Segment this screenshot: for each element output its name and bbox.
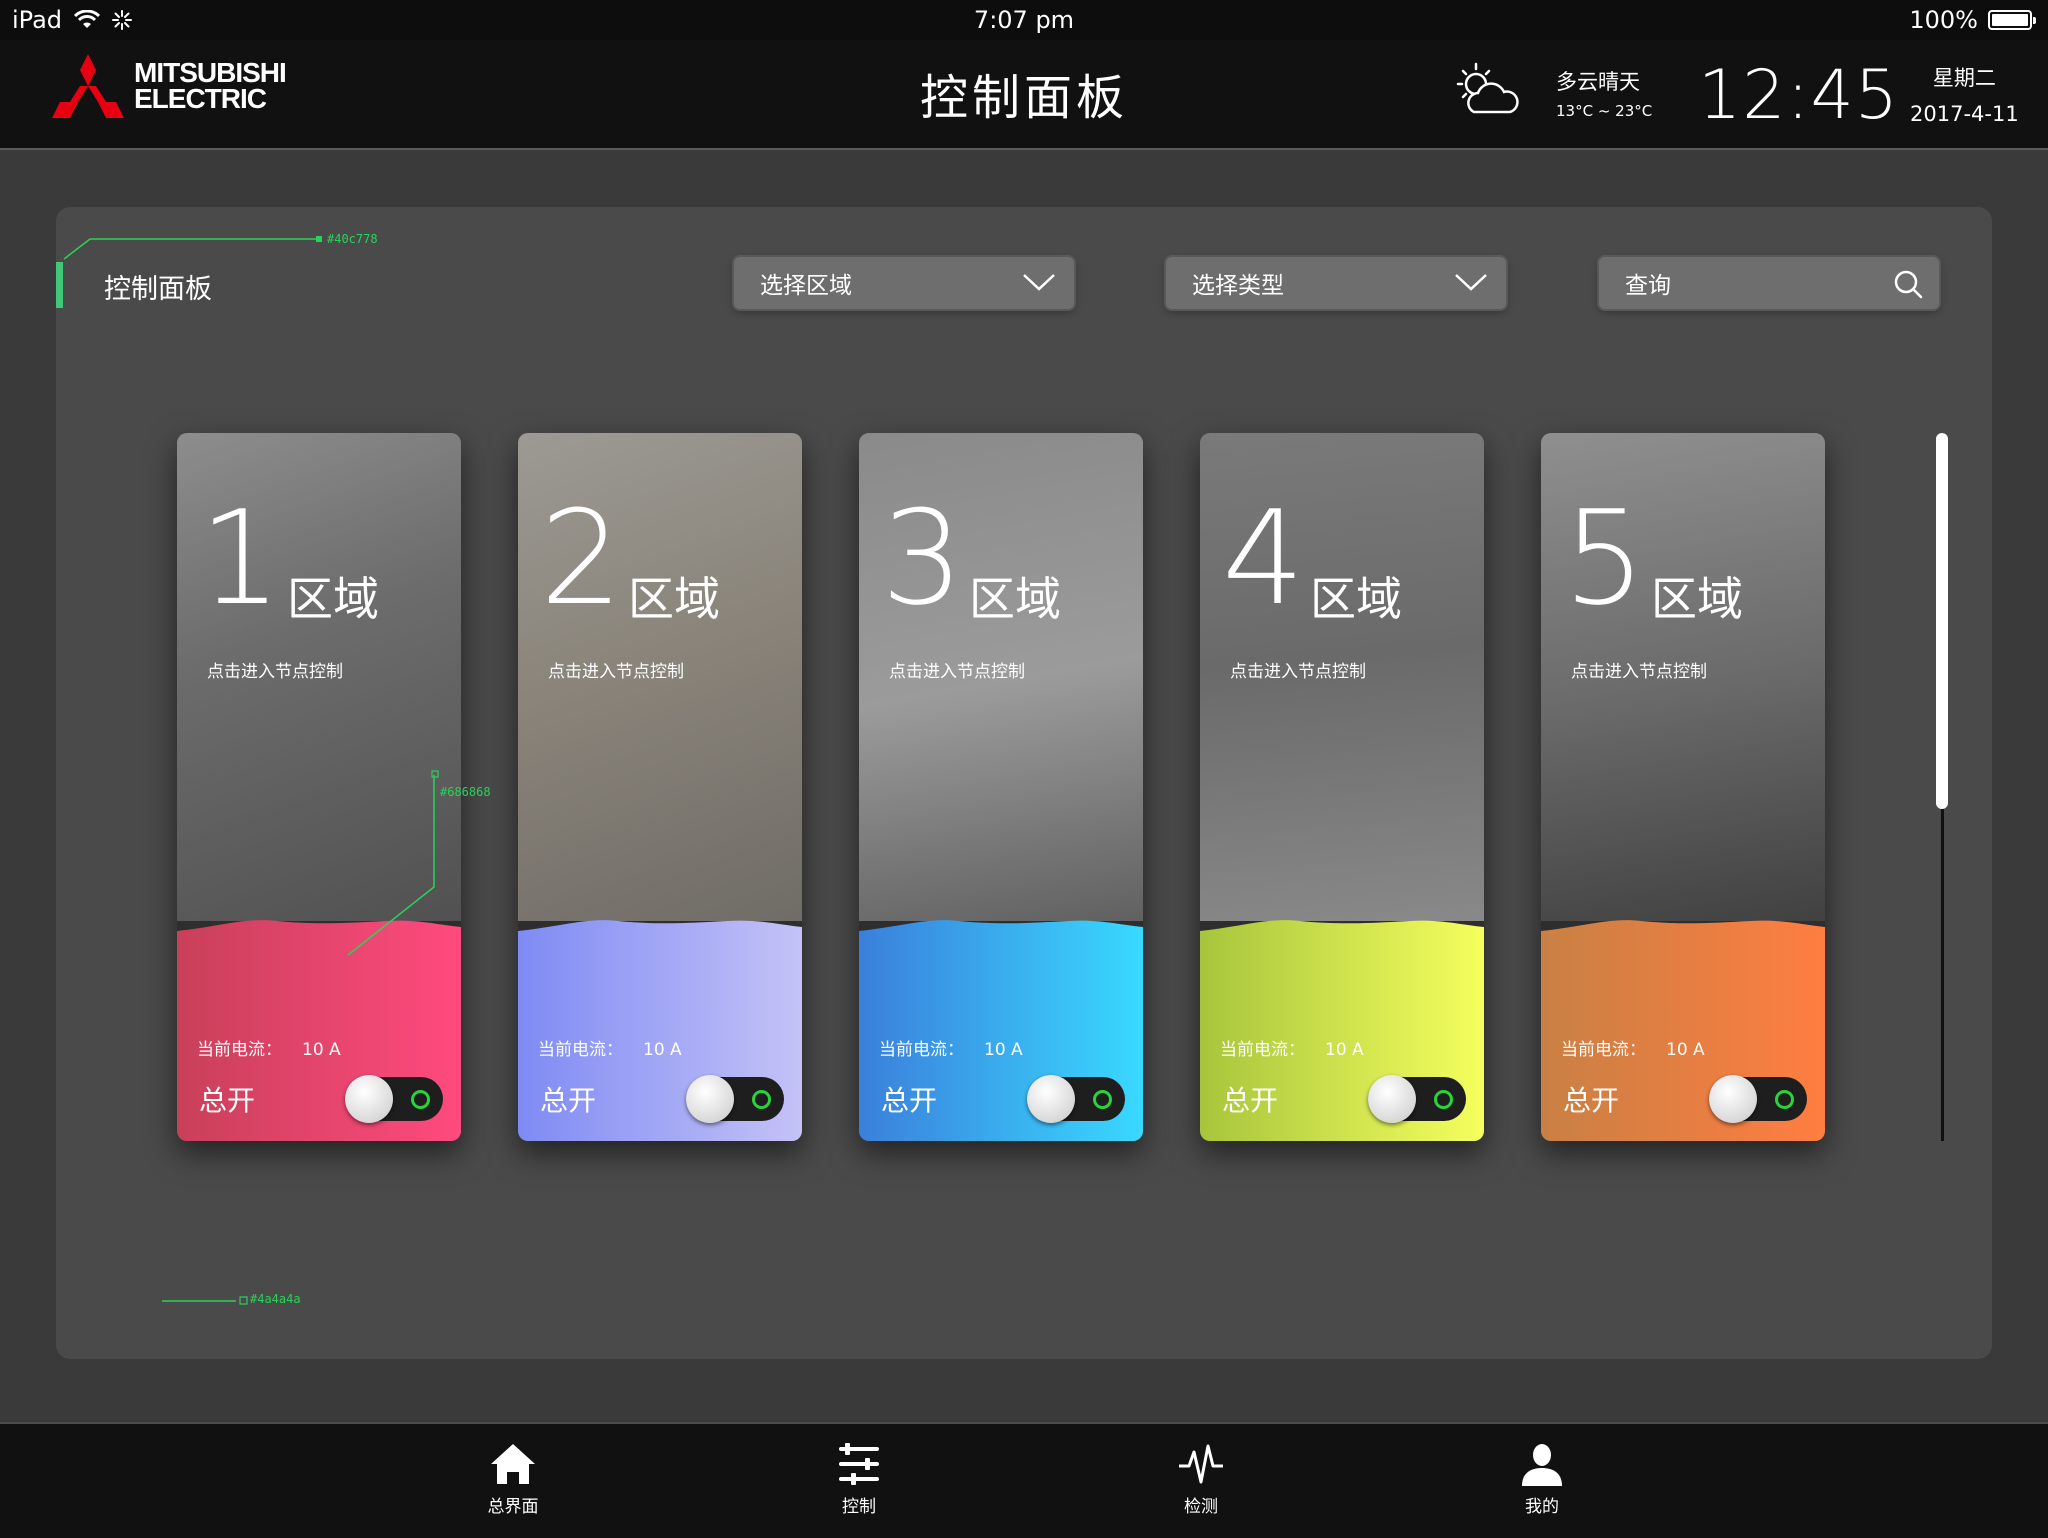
zone-hint: 点击进入节点控制 — [207, 662, 343, 682]
sliders-icon — [839, 1443, 879, 1485]
zone-number: 4 — [1222, 482, 1305, 634]
current-label: 当前电流： — [1561, 1040, 1646, 1060]
control-panel: #40c778 控制面板 选择区域 选择类型 查询 1 区域 点击进入节点控制 … — [56, 207, 1992, 1359]
annotation-leader-line — [162, 1296, 248, 1305]
tab-profile[interactable]: 我的 — [1482, 1424, 1602, 1538]
title-accent-bar — [56, 262, 63, 308]
master-toggle[interactable] — [1027, 1075, 1125, 1123]
current-value: 10 A — [984, 1040, 1023, 1060]
toggle-knob — [1027, 1075, 1075, 1123]
zone-card-2[interactable]: 2 区域 点击进入节点控制 当前电流： 10 A 总开 — [518, 433, 802, 1141]
tab-monitor[interactable]: 检测 — [1141, 1424, 1261, 1538]
current-reading: 当前电流： 10 A — [1220, 1035, 1364, 1060]
annotation-leader-line — [63, 236, 322, 260]
region-select-label: 选择区域 — [760, 273, 852, 299]
zone-hint: 点击进入节点控制 — [548, 662, 684, 682]
weather-info: 多云晴天 13°C ~ 23°C — [1556, 66, 1652, 120]
status-bar: iPad 7:07 pm 100% — [0, 0, 2048, 40]
chevron-down-icon — [1455, 274, 1487, 291]
zone-hint: 点击进入节点控制 — [1571, 662, 1707, 682]
search-field[interactable]: 查询 — [1599, 257, 1939, 309]
current-label: 当前电流： — [197, 1040, 282, 1060]
clock: 12:45 — [1698, 56, 1899, 135]
zone-number: 3 — [881, 482, 964, 634]
zone-number: 1 — [199, 482, 282, 634]
current-value: 10 A — [302, 1040, 341, 1060]
current-value: 10 A — [1666, 1040, 1705, 1060]
power-on-indicator-icon — [1775, 1090, 1794, 1109]
app-header: MITSUBISHI ELECTRIC 控制面板 多云晴天 13°C ~ 23°… — [0, 40, 2048, 150]
tab-home-label: 总界面 — [487, 1497, 539, 1517]
master-switch-label: 总开 — [1222, 1084, 1279, 1117]
master-toggle[interactable] — [1709, 1075, 1807, 1123]
weekday: 星期二 — [1932, 66, 1996, 90]
search-label: 查询 — [1625, 273, 1671, 299]
power-on-indicator-icon — [752, 1090, 771, 1109]
power-on-indicator-icon — [1434, 1090, 1453, 1109]
zone-card-5[interactable]: 5 区域 点击进入节点控制 当前电流： 10 A 总开 — [1541, 433, 1825, 1141]
tab-control[interactable]: 控制 — [799, 1424, 919, 1538]
current-value: 10 A — [1325, 1040, 1364, 1060]
annotation-leader-line — [347, 770, 439, 956]
master-switch-label: 总开 — [1563, 1084, 1620, 1117]
type-select[interactable]: 选择类型 — [1166, 257, 1506, 309]
power-on-indicator-icon — [1093, 1090, 1112, 1109]
zone-label: 区域 — [1310, 572, 1402, 626]
toggle-knob — [1368, 1075, 1416, 1123]
zone-number: 5 — [1563, 482, 1646, 634]
zone-card-3[interactable]: 3 区域 点击进入节点控制 当前电流： 10 A 总开 — [859, 433, 1143, 1141]
current-label: 当前电流： — [538, 1040, 623, 1060]
date-block: 星期二 2017-4-11 — [1910, 62, 2019, 126]
zone-label: 区域 — [287, 572, 379, 626]
master-switch-label: 总开 — [199, 1084, 256, 1117]
zone-number: 2 — [540, 482, 623, 634]
zone-hint: 点击进入节点控制 — [889, 662, 1025, 682]
power-on-indicator-icon — [411, 1090, 430, 1109]
chevron-down-icon — [1023, 274, 1055, 291]
type-select-label: 选择类型 — [1192, 273, 1284, 299]
annotation-card-shade: #686868 — [440, 785, 491, 799]
weather-temp: 13°C ~ 23°C — [1556, 102, 1653, 120]
current-value: 10 A — [643, 1040, 682, 1060]
zone-label: 区域 — [628, 572, 720, 626]
battery-icon — [1988, 10, 2036, 30]
zone-label: 区域 — [1651, 572, 1743, 626]
user-icon — [1522, 1444, 1562, 1486]
master-toggle[interactable] — [686, 1075, 784, 1123]
scrollbar-thumb[interactable] — [1936, 433, 1948, 809]
annotation-accent-color: #40c778 — [327, 232, 378, 246]
weather-desc: 多云晴天 — [1556, 70, 1640, 94]
tab-profile-label: 我的 — [1525, 1497, 1559, 1517]
zone-card-4[interactable]: 4 区域 点击进入节点控制 当前电流： 10 A 总开 — [1200, 433, 1484, 1141]
current-label: 当前电流： — [1220, 1040, 1305, 1060]
current-reading: 当前电流： 10 A — [1561, 1035, 1705, 1060]
master-toggle[interactable] — [1368, 1075, 1466, 1123]
current-reading: 当前电流： 10 A — [197, 1035, 341, 1060]
toggle-knob — [686, 1075, 734, 1123]
toggle-knob — [345, 1075, 393, 1123]
pulse-icon — [1179, 1444, 1223, 1484]
zone-label: 区域 — [969, 572, 1061, 626]
home-icon — [491, 1444, 535, 1484]
region-select[interactable]: 选择区域 — [734, 257, 1074, 309]
master-switch-label: 总开 — [881, 1084, 938, 1117]
tab-monitor-label: 检测 — [1184, 1497, 1218, 1517]
current-reading: 当前电流： 10 A — [879, 1035, 1023, 1060]
status-time: 7:07 pm — [973, 6, 1075, 34]
battery-percent: 100% — [1909, 6, 1978, 34]
search-icon[interactable] — [1893, 269, 1923, 299]
annotation-panel-bg: #4a4a4a — [250, 1292, 301, 1306]
tab-home[interactable]: 总界面 — [453, 1424, 573, 1538]
partly-cloudy-icon — [1456, 62, 1519, 114]
master-switch-label: 总开 — [540, 1084, 597, 1117]
master-toggle[interactable] — [345, 1075, 443, 1123]
tab-control-label: 控制 — [842, 1497, 876, 1517]
toggle-knob — [1709, 1075, 1757, 1123]
panel-title: 控制面板 — [104, 274, 212, 305]
zone-hint: 点击进入节点控制 — [1230, 662, 1366, 682]
current-reading: 当前电流： 10 A — [538, 1035, 682, 1060]
date: 2017-4-11 — [1910, 102, 2019, 126]
bottom-tab-bar: 总界面 控制 检测 我的 — [0, 1422, 2048, 1538]
current-label: 当前电流： — [879, 1040, 964, 1060]
